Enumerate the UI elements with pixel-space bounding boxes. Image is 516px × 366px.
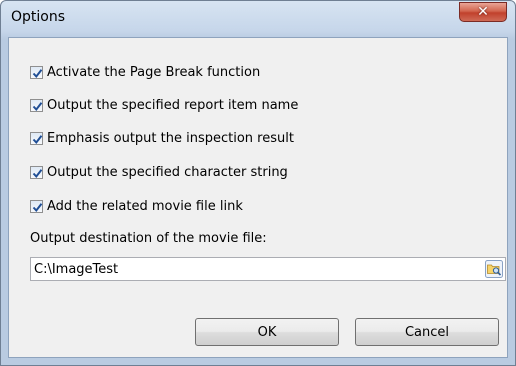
option-label-character-string: Output the specified character string	[47, 164, 288, 180]
checkmark-icon	[32, 101, 43, 111]
checkbox-character-string[interactable]	[30, 165, 43, 179]
dialog-body: Activate the Page Break function Output …	[8, 37, 508, 358]
folder-browse-icon	[485, 260, 503, 278]
checkmark-icon	[32, 168, 43, 178]
checkbox-emphasis-inspection[interactable]	[30, 131, 43, 145]
checkmark-icon	[32, 134, 43, 144]
checkbox-movie-link[interactable]	[30, 199, 43, 213]
title-bar[interactable]: Options ✕	[1, 1, 515, 37]
close-icon: ✕	[477, 4, 489, 20]
checkmark-icon	[32, 68, 43, 78]
option-label-emphasis-inspection: Emphasis output the inspection result	[47, 130, 294, 146]
checkmark-icon	[32, 202, 43, 212]
option-movie-link[interactable]: Add the related movie file link	[30, 198, 243, 214]
option-page-break[interactable]: Activate the Page Break function	[30, 64, 260, 80]
close-button[interactable]: ✕	[459, 2, 507, 22]
window-title: Options	[11, 9, 66, 25]
option-emphasis-inspection[interactable]: Emphasis output the inspection result	[30, 130, 294, 146]
movie-output-path-input[interactable]	[34, 258, 474, 280]
option-character-string[interactable]: Output the specified character string	[30, 164, 288, 180]
option-label-report-item-name: Output the specified report item name	[47, 97, 299, 113]
option-label-page-break: Activate the Page Break function	[47, 64, 261, 80]
options-dialog: Options ✕ Activate the Page Break functi…	[0, 0, 516, 366]
movie-output-field	[30, 257, 506, 281]
checkbox-report-item-name[interactable]	[30, 98, 43, 112]
option-label-movie-link: Add the related movie file link	[47, 198, 243, 214]
movie-output-label: Output destination of the movie file:	[30, 231, 267, 246]
option-report-item-name[interactable]: Output the specified report item name	[30, 97, 298, 113]
checkbox-page-break[interactable]	[30, 65, 43, 79]
ok-button[interactable]: OK	[195, 318, 339, 346]
cancel-button[interactable]: Cancel	[355, 318, 499, 346]
browse-folder-button[interactable]	[485, 260, 503, 278]
